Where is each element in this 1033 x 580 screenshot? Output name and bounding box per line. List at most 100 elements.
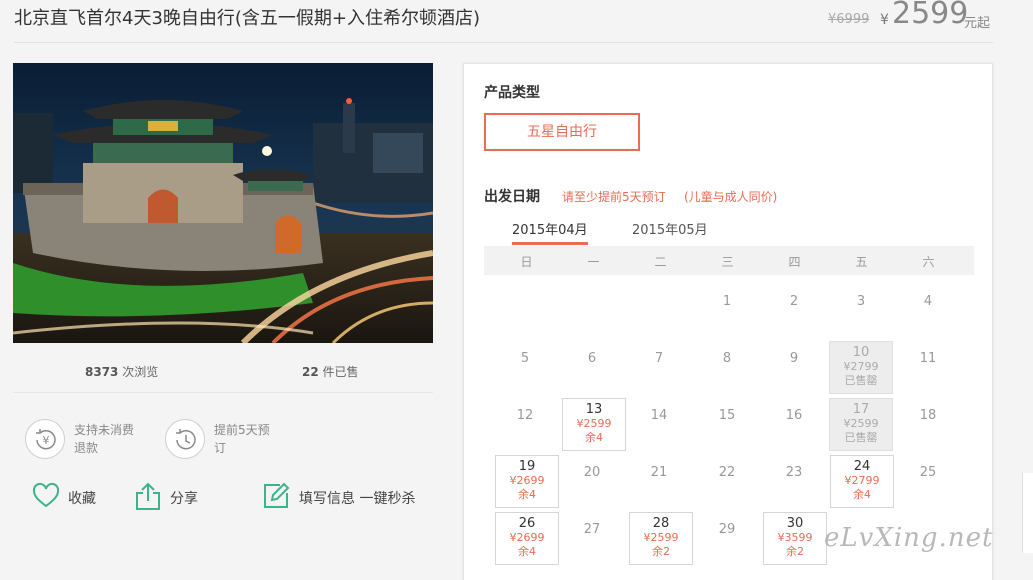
day-number: 18 [919, 408, 937, 423]
calendar-day: 15 [695, 398, 759, 451]
day-price: ¥2699 [509, 531, 545, 544]
day-number: 21 [650, 465, 668, 480]
weekday-mon: 一 [587, 255, 600, 269]
day-remaining: 余2 [786, 545, 804, 558]
day-status: 已售罄 [844, 374, 878, 387]
price-unit: 元起 [964, 16, 991, 31]
view-count: 8373 次浏览 [85, 363, 158, 380]
day-number: 11 [919, 351, 937, 366]
day-number: 9 [789, 351, 799, 366]
day-price: ¥2599 [576, 417, 612, 430]
tab-month-april[interactable]: 2015年04月 [512, 219, 588, 245]
weekday-fri: 五 [855, 255, 868, 269]
day-remaining: 余4 [518, 488, 536, 501]
calendar-day: 27 [560, 512, 624, 565]
calendar-weekday-header: 日 一 二 三 四 五 六 [484, 246, 974, 275]
product-type-label: 产品类型 [484, 85, 540, 101]
stats-divider [13, 392, 433, 393]
day-price: ¥3599 [777, 531, 813, 544]
weekday-sat: 六 [922, 255, 935, 269]
calendar-day: 16 [762, 398, 826, 451]
day-number: 17 [852, 402, 870, 417]
day-number: 6 [587, 351, 597, 366]
advance-booking-line1: 提前5天预 [214, 423, 270, 437]
calendar-day: 14 [627, 398, 691, 451]
product-title: 北京直飞首尔4天3晚自由行(含五一假期+入住希尔顿酒店) [14, 8, 481, 29]
sold-count-number: 22 [302, 365, 319, 379]
site-watermark: eLvXing.net [824, 523, 994, 553]
calendar-day: 20 [560, 455, 624, 508]
favorite-button[interactable]: 收藏 [68, 488, 96, 508]
day-remaining: 余2 [652, 545, 670, 558]
calendar-day-available[interactable]: 26 ¥2699 余4 [495, 512, 559, 565]
day-number: 14 [650, 408, 668, 423]
day-price: ¥2699 [509, 474, 545, 487]
product-photo[interactable] [13, 63, 433, 343]
product-type-option[interactable]: 五星自由行 [484, 113, 640, 151]
day-number: 15 [718, 408, 736, 423]
day-number: 8 [722, 351, 732, 366]
calendar-day: 11 [896, 341, 960, 394]
header-divider [14, 42, 993, 43]
clock-history-icon [165, 419, 205, 459]
currency-symbol: ¥ [880, 12, 889, 28]
day-number: 16 [785, 408, 803, 423]
tab-month-may[interactable]: 2015年05月 [632, 219, 708, 238]
advance-booking-note: 请至少提前5天预订 [562, 190, 666, 204]
sold-count: 22 件已售 [302, 363, 359, 380]
calendar-day: 5 [493, 341, 557, 394]
day-number: 5 [520, 351, 530, 366]
day-number: 29 [718, 522, 736, 537]
calendar-day-sold-out: 10 ¥2799 已售罄 [829, 341, 893, 394]
calendar-day: 7 [627, 341, 691, 394]
fill-info-button[interactable]: 填写信息 一键秒杀 [299, 488, 415, 508]
calendar-day-available[interactable]: 30 ¥3599 余2 [763, 512, 827, 565]
calendar-day-available[interactable]: 13 ¥2599 余4 [562, 398, 626, 451]
advance-booking-line2: 订 [214, 441, 227, 455]
child-price-note: (儿童与成人同价) [684, 190, 778, 204]
calendar-day: 25 [896, 455, 960, 508]
current-price: 2599 [892, 0, 969, 31]
day-number: 1 [722, 294, 732, 309]
day-price: ¥2799 [844, 474, 880, 487]
calendar-day: 9 [762, 341, 826, 394]
day-price: ¥2599 [643, 531, 679, 544]
booking-panel: 产品类型 五星自由行 出发日期 请至少提前5天预订 (儿童与成人同价) 2015… [463, 63, 993, 580]
edit-icon[interactable] [262, 482, 290, 510]
calendar-day: 12 [493, 398, 557, 451]
calendar-day: 6 [560, 341, 624, 394]
calendar-day: 21 [627, 455, 691, 508]
day-status: 已售罄 [844, 431, 878, 444]
weekday-thu: 四 [788, 255, 801, 269]
calendar-day: 1 [695, 284, 759, 337]
day-number: 4 [923, 294, 933, 309]
calendar-day: 23 [762, 455, 826, 508]
sold-count-label: 件已售 [322, 365, 359, 379]
calendar-day: 4 [896, 284, 960, 337]
calendar-day-available[interactable]: 19 ¥2699 余4 [495, 455, 559, 508]
svg-text:¥: ¥ [43, 434, 50, 447]
day-number: 13 [585, 402, 603, 417]
heart-icon[interactable] [32, 482, 60, 510]
day-remaining: 余4 [518, 545, 536, 558]
day-number: 22 [718, 465, 736, 480]
day-price: ¥2799 [843, 360, 879, 373]
weekday-wed: 三 [721, 255, 734, 269]
calendar-day: 2 [762, 284, 826, 337]
view-count-label: 次浏览 [122, 365, 159, 379]
calendar-day-available[interactable]: 24 ¥2799 余4 [830, 455, 894, 508]
share-icon[interactable] [135, 481, 161, 511]
calendar-day-sold-out: 17 ¥2599 已售罄 [829, 398, 893, 451]
original-price: ¥6999 [828, 12, 870, 27]
refund-feature-line1: 支持未消费 [74, 423, 135, 437]
day-number: 25 [919, 465, 937, 480]
calendar-day-available[interactable]: 28 ¥2599 余2 [629, 512, 693, 565]
calendar-day: 18 [896, 398, 960, 451]
day-number: 28 [652, 516, 670, 531]
share-button[interactable]: 分享 [170, 488, 198, 508]
yen-refund-icon: ¥ [25, 419, 65, 459]
side-scroll-widget[interactable] [1022, 473, 1033, 553]
price-area: ¥6999 ¥ 2599 元起 [826, 0, 1006, 34]
refund-feature: 支持未消费 退款 [74, 421, 134, 457]
day-number: 24 [853, 459, 871, 474]
